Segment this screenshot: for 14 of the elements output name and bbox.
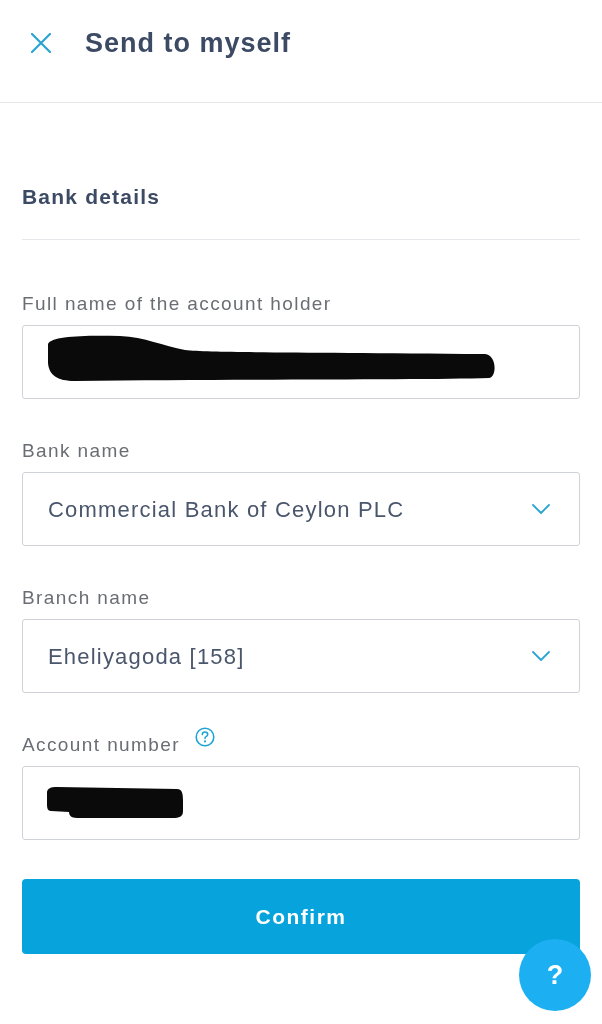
help-icon[interactable] [194, 727, 215, 747]
page-title: Send to myself [85, 27, 292, 60]
field-label: Account number [22, 733, 180, 757]
input-field[interactable] [22, 325, 580, 399]
dropdown-field[interactable]: Eheliyagoda [158] [22, 619, 580, 693]
field-label: Bank name [22, 439, 131, 463]
dropdown-field[interactable]: Commercial Bank of Ceylon PLC [22, 472, 580, 546]
chevron-down-icon [532, 504, 550, 514]
section-title: Bank details [22, 184, 161, 210]
field-label: Branch name [22, 586, 151, 610]
chevron-down-icon [532, 651, 550, 661]
field-label: Full name of the account holder [22, 292, 332, 316]
input-field[interactable] [22, 766, 580, 840]
close-icon [31, 33, 51, 53]
